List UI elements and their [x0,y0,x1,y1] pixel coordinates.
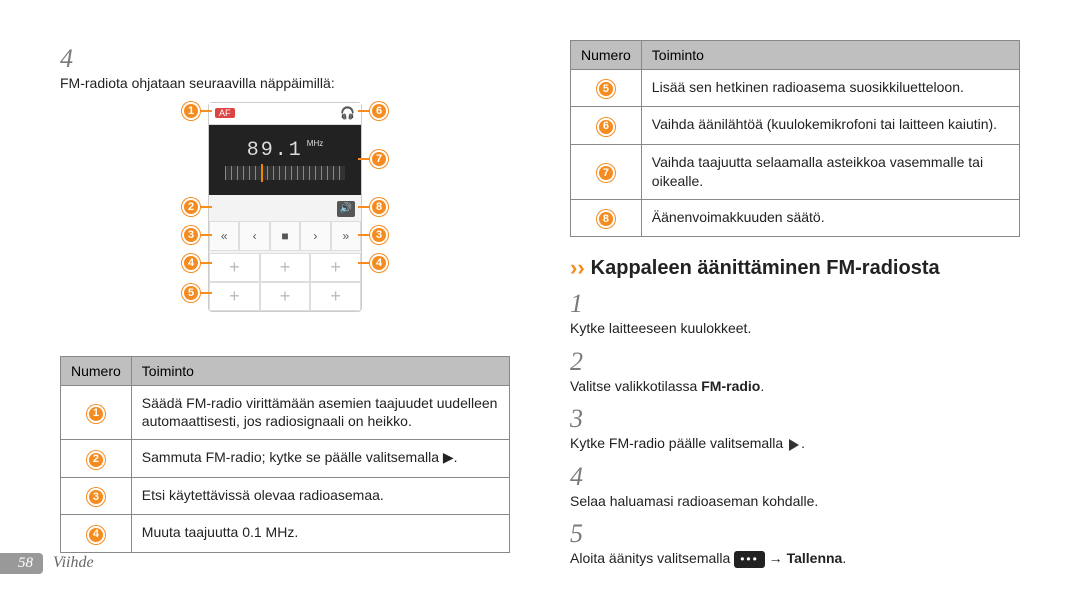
callout-7: 7 [370,150,388,168]
row-description: Etsi käytettävissä olevaa radioasemaa. [131,477,509,514]
row-number: 5 [597,80,615,98]
preset-slot: + [260,282,311,311]
af-badge: AF [215,108,235,118]
volume-icon: 🔊 [337,201,355,217]
tuning-scale [225,166,345,180]
step-number: 5 [570,519,596,549]
step-text: Selaa haluamasi radioaseman kohdalle. [570,492,990,512]
table-row: 4 Muuta taajuutta 0.1 MHz. [61,515,510,552]
step-4: 4 FM-radiota ohjataan seuraavilla näppäi… [60,44,510,94]
step-4: 4 Selaa haluamasi radioaseman kohdalle. [570,462,1020,512]
callout-5: 5 [182,284,200,302]
step-5: 5 Aloita äänitys valitsemalla ••• → Tall… [570,519,1020,569]
table-header-function: Toiminto [131,356,509,385]
preset-slot: + [209,282,260,311]
headphones-icon: 🎧 [340,106,355,120]
table-row: 5 Lisää sen hetkinen radioasema suosikki… [571,70,1020,107]
row-description: Muuta taajuutta 0.1 MHz. [131,515,509,552]
preset-slot: + [209,253,260,282]
section-heading: ›› Kappaleen äänittäminen FM-radiosta [570,255,1020,281]
row-number: 3 [87,488,105,506]
table-header-function: Toiminto [641,41,1019,70]
callout-6: 6 [370,102,388,120]
controls-table-right: Numero Toiminto 5 Lisää sen hetkinen rad… [570,40,1020,237]
section-title: Kappaleen äänittäminen FM-radiosta [591,257,940,280]
step-number: 4 [60,44,86,74]
step-number: 2 [570,347,596,377]
table-header-number: Numero [571,41,642,70]
row-description: Vaihda äänilähtöä (kuulokemikrofoni tai … [641,107,1019,144]
seek-back-icon: « [209,221,239,251]
callout-4: 4 [182,254,200,272]
row-number: 1 [87,405,105,423]
step-text: FM-radiota ohjataan seuraavilla näppäimi… [60,74,480,94]
row-description: Sammuta FM-radio; kytke se päälle valits… [131,440,509,477]
stop-icon: ■ [270,221,300,251]
seek-fwd-icon: » [331,221,361,251]
table-row: 6 Vaihda äänilähtöä (kuulokemikrofoni ta… [571,107,1020,144]
step-number: 3 [570,404,596,434]
row-number: 6 [597,118,615,136]
callout-2: 2 [182,198,200,216]
callout-4: 4 [370,254,388,272]
step-text: Kytke FM-radio päälle valitsemalla . [570,434,990,454]
callout-3: 3 [182,226,200,244]
step-text: Valitse valikkotilassa FM-radio. [570,377,990,397]
frequency-display: 89.1 [247,139,303,162]
controls-table-left: Numero Toiminto 1 Säädä FM-radio virittä… [60,356,510,553]
step-fwd-icon: › [300,221,330,251]
step-3: 3 Kytke FM-radio päälle valitsemalla . [570,404,1020,454]
step-2: 2 Valitse valikkotilassa FM-radio. [570,347,1020,397]
step-number: 4 [570,462,596,492]
callout-3: 3 [370,226,388,244]
row-number: 8 [597,210,615,228]
row-number: 4 [87,526,105,544]
row-description: Äänenvoimakkuuden säätö. [641,199,1019,236]
chevron-icon: ›› [570,255,585,281]
preset-slot: + [260,253,311,282]
callout-8: 8 [370,198,388,216]
row-number: 2 [87,451,105,469]
mhz-label: MHz [307,139,323,148]
step-back-icon: ‹ [239,221,269,251]
table-row: 2 Sammuta FM-radio; kytke se päälle vali… [61,440,510,477]
page-category: Viihde [53,554,94,572]
menu-icon: ••• [734,551,765,568]
step-text: Aloita äänitys valitsemalla ••• → Tallen… [570,549,990,569]
play-icon [789,439,799,451]
step-1: 1 Kytke laitteeseen kuulokkeet. [570,289,1020,339]
table-header-number: Numero [61,356,132,385]
preset-slot: + [310,282,361,311]
row-description: Säädä FM-radio virittämään asemien taaju… [131,385,509,440]
row-number: 7 [597,164,615,182]
step-number: 1 [570,289,596,319]
row-description: Vaihda taajuutta selaamalla asteikkoa va… [641,144,1019,199]
step-text: Kytke laitteeseen kuulokkeet. [570,319,990,339]
row-description: Lisää sen hetkinen radioasema suosikkilu… [641,70,1019,107]
callout-1: 1 [182,102,200,120]
preset-slot: + [310,253,361,282]
table-row: 8 Äänenvoimakkuuden säätö. [571,199,1020,236]
table-row: 7 Vaihda taajuutta selaamalla asteikkoa … [571,144,1020,199]
page-number: 58 [0,553,43,574]
table-row: 3 Etsi käytettävissä olevaa radioasemaa. [61,477,510,514]
table-row: 1 Säädä FM-radio virittämään asemien taa… [61,385,510,440]
page-footer: 58 Viihde [0,552,94,574]
radio-illustration: AF 🎧 89.1 MHz 🔊 « ‹ ■ › [180,102,390,342]
